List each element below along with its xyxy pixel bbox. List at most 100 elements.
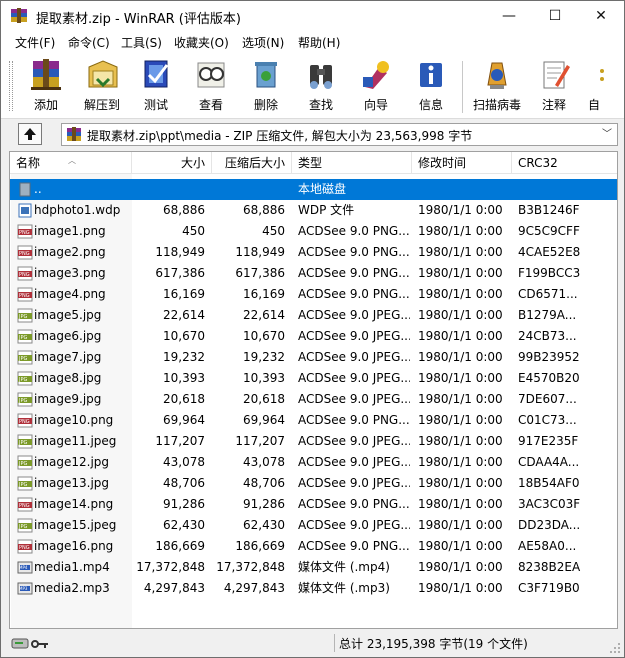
row-packed: 10,393 (243, 371, 285, 385)
svg-text:JPG: JPG (18, 440, 27, 446)
toolbar-grip[interactable] (9, 61, 13, 111)
table-row[interactable]: hdphoto1.wdp 68,886 68,886 WDP 文件 1980/1/1 0… (10, 200, 617, 221)
row-name: image16.png (34, 539, 114, 553)
row-size: 48,706 (163, 476, 205, 490)
row-type: ACDSee 9.0 PNG... (298, 413, 410, 427)
row-size: 16,169 (163, 287, 205, 301)
close-button[interactable]: ✕ (578, 1, 624, 31)
table-row[interactable]: JPG image6.jpg 10,670 10,670 ACDSee 9.0 JPEG… (10, 326, 617, 347)
sort-ascending-icon: ︿ (68, 156, 76, 165)
maximize-button[interactable]: ☐ (532, 1, 578, 31)
status-total: 总计 23,195,398 字节(19 个文件) (339, 637, 528, 651)
winrar-window: 提取素材.zip - WinRAR (评估版本) — ☐ ✕ 文件(F) 命令(… (0, 0, 625, 658)
row-type: ACDSee 9.0 JPEG... (298, 392, 410, 406)
col-crc32[interactable]: CRC32 (512, 152, 617, 174)
row-name: image13.jpg (34, 476, 110, 490)
row-type: ACDSee 9.0 JPEG... (298, 350, 410, 364)
comment-button[interactable]: 注释 (527, 55, 581, 115)
col-type[interactable]: 类型 (292, 152, 412, 174)
menu-favorites[interactable]: 收藏夹(O) (174, 34, 229, 51)
resize-grip-icon[interactable] (609, 642, 621, 654)
table-row[interactable]: PNG image16.png 186,669 186,669 ACDSee 9.0 P… (10, 536, 617, 557)
col-packed[interactable]: 压缩后大小 (212, 152, 292, 174)
row-size: 91,286 (163, 497, 205, 511)
mp3-file-icon: MP3 (17, 582, 33, 595)
table-row[interactable]: MP3 media2.mp3 4,297,843 4,297,843 媒体文件 (.mp… (10, 578, 617, 599)
col-modified[interactable]: 修改时间 (412, 152, 512, 174)
table-row[interactable]: PNG image2.png 118,949 118,949 ACDSee 9.0 PN… (10, 242, 617, 263)
find-button[interactable]: 查找 (294, 55, 348, 115)
row-name: image1.png (34, 224, 106, 238)
row-modified: 1980/1/1 0:00 (418, 392, 503, 406)
jpg-file-icon: JPG (17, 476, 33, 491)
table-row[interactable]: PNG image10.png 69,964 69,964 ACDSee 9.0 PNG… (10, 410, 617, 431)
table-row[interactable]: PNG image4.png 16,169 16,169 ACDSee 9.0 PNG.… (10, 284, 617, 305)
up-one-level-button[interactable] (18, 123, 42, 145)
row-modified: 1980/1/1 0:00 (418, 560, 503, 574)
svg-text:MP3: MP3 (19, 586, 28, 591)
status-bar: 总计 23,195,398 字节(19 个文件) (1, 631, 624, 657)
row-crc: B3B1246F (518, 203, 580, 217)
test-button[interactable]: 测试 (129, 55, 183, 115)
minimize-button[interactable]: — (486, 1, 532, 31)
table-row[interactable]: JPG image5.jpg 22,614 22,614 ACDSee 9.0 JPEG… (10, 305, 617, 326)
row-packed: 22,614 (243, 308, 285, 322)
svg-text:JPG: JPG (18, 524, 27, 530)
row-size: 117,207 (155, 434, 205, 448)
row-type: WDP 文件 (298, 203, 355, 217)
row-size: 10,670 (163, 329, 205, 343)
winrar-app-icon (11, 8, 27, 23)
table-row[interactable]: JPG image8.jpg 10,393 10,393 ACDSee 9.0 JPEG… (10, 368, 617, 389)
table-row[interactable]: PNG image1.png 450 450 ACDSee 9.0 PNG... 1980… (10, 221, 617, 242)
row-size: 20,618 (163, 392, 205, 406)
title-bar[interactable]: 提取素材.zip - WinRAR (评估版本) — ☐ ✕ (1, 1, 624, 31)
table-row[interactable]: JPG image13.jpg 48,706 48,706 ACDSee 9.0 JPE… (10, 473, 617, 494)
table-row[interactable]: JPG image11.jpeg 117,207 117,207 ACDSee 9.0 … (10, 431, 617, 452)
address-field[interactable]: 提取素材.zip\ppt\media - ZIP 压缩文件, 解包大小为 23,… (61, 123, 618, 146)
row-packed: 10,670 (243, 329, 285, 343)
table-row[interactable]: PNG image14.png 91,286 91,286 ACDSee 9.0 PNG… (10, 494, 617, 515)
menu-options[interactable]: 选项(N) (242, 34, 284, 51)
add-button[interactable]: 添加 (19, 55, 73, 115)
table-row[interactable]: JPG image7.jpg 19,232 19,232 ACDSee 9.0 JPEG… (10, 347, 617, 368)
row-crc: C01C73... (518, 413, 577, 427)
wizard-button[interactable]: 向导 (349, 55, 403, 115)
view-button[interactable]: 查看 (184, 55, 238, 115)
row-crc: E4570B20 (518, 371, 580, 385)
sfx-button[interactable]: 自 (579, 55, 619, 115)
menu-commands[interactable]: 命令(C) (68, 34, 110, 51)
drive-key-icon[interactable] (11, 635, 51, 651)
row-type: ACDSee 9.0 JPEG... (298, 371, 410, 385)
row-type: ACDSee 9.0 PNG... (298, 266, 410, 280)
col-size[interactable]: 大小 (132, 152, 212, 174)
col-name[interactable]: 名称 ︿ (10, 152, 132, 174)
svg-text:PNG: PNG (19, 293, 30, 299)
row-type: ACDSee 9.0 JPEG... (298, 518, 410, 532)
file-list[interactable]: 名称 ︿ 大小 压缩后大小 类型 修改时间 CRC32 .. 本地磁盘 hdphot… (9, 151, 618, 629)
parent-folder-icon (19, 182, 31, 197)
jpg-file-icon: JPG (17, 371, 33, 386)
jpg-file-icon: JPG (17, 392, 33, 407)
row-crc: 7DE607... (518, 392, 577, 406)
table-row[interactable]: MP4 media1.mp4 17,372,848 17,372,848 媒体文件 (.… (10, 557, 617, 578)
info-button[interactable]: 信息 (404, 55, 458, 115)
parent-directory-row[interactable]: .. 本地磁盘 (10, 179, 617, 200)
address-bar: 提取素材.zip\ppt\media - ZIP 压缩文件, 解包大小为 23,… (1, 120, 624, 149)
row-crc: AE58A0... (518, 539, 577, 553)
menu-file[interactable]: 文件(F) (15, 34, 55, 51)
menu-tools[interactable]: 工具(S) (121, 34, 162, 51)
extract-to-button[interactable]: 解压到 (75, 55, 129, 115)
chevron-down-icon[interactable]: ﹀ (599, 126, 615, 143)
jpg-file-icon: JPG (17, 308, 33, 323)
row-modified: 1980/1/1 0:00 (418, 203, 503, 217)
table-row[interactable]: JPG image12.jpg 43,078 43,078 ACDSee 9.0 JPE… (10, 452, 617, 473)
table-row[interactable]: PNG image3.png 617,386 617,386 ACDSee 9.0 PN… (10, 263, 617, 284)
virus-scan-button[interactable]: 扫描病毒 (470, 55, 524, 115)
row-name: image9.jpg (34, 392, 102, 406)
svg-text:JPG: JPG (18, 335, 27, 341)
delete-button[interactable]: 删除 (239, 55, 293, 115)
menu-help[interactable]: 帮助(H) (298, 34, 340, 51)
table-row[interactable]: JPG image15.jpeg 62,430 62,430 ACDSee 9.0 JP… (10, 515, 617, 536)
comment-icon (543, 61, 570, 89)
table-row[interactable]: JPG image9.jpg 20,618 20,618 ACDSee 9.0 JPEG… (10, 389, 617, 410)
